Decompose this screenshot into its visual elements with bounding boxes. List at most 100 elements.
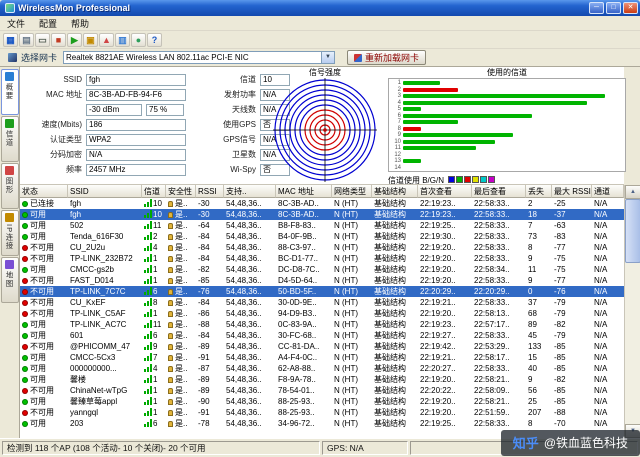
cell-ssid: 000000000...	[70, 364, 117, 373]
dropdown-arrow-icon[interactable]: ▼	[321, 52, 335, 63]
cell-last-seen: 22:58:33..	[474, 276, 510, 285]
status-dot-icon	[22, 311, 28, 317]
cell-first-seen: 22:19:23..	[420, 320, 456, 329]
column-header-0[interactable]: 状态	[20, 185, 68, 198]
column-header-11[interactable]: 丢失	[526, 185, 552, 198]
export-icon[interactable]: ▤	[19, 32, 34, 47]
column-header-3[interactable]: 安全性	[166, 185, 196, 198]
cell-channel: 2	[142, 231, 166, 242]
table-row[interactable]: 不可用 CU_2U2u 4 是.. -84 54,48,36.. 88-C3-97.. N (…	[20, 242, 624, 253]
maximize-button[interactable]: □	[606, 2, 621, 14]
table-row[interactable]: 可用 CMCC-5Cx3 7 是.. -91 54,48,36.. A4-F4-0C.. N …	[20, 352, 624, 363]
cell-ssid: 馨楼	[70, 375, 86, 384]
channel-bar	[403, 87, 459, 92]
adapter-select[interactable]: Realtek 8821AE Wireless LAN 802.11ac PCI…	[63, 51, 336, 64]
tab-icon	[5, 213, 14, 222]
column-header-10[interactable]: 最后查看	[472, 185, 526, 198]
sidebar-tab-地图[interactable]: 地图	[0, 257, 19, 303]
table-row[interactable]: 不可用 TP-LINK_C5AF 1 是.. -86 54,48,36.. 94-D9-B3…	[20, 308, 624, 319]
print-icon[interactable]: ▭	[35, 32, 50, 47]
scrollbar-thumb[interactable]	[625, 199, 640, 263]
summary-icon[interactable]: ▣	[83, 32, 98, 47]
table-row[interactable]: 已连接 fgh 10 是.. -30 54,48,36.. 8C-3B-AD.. N (HT)…	[20, 198, 624, 209]
field-value: -30 dBm	[86, 103, 142, 116]
sidebar-tab-图形[interactable]: 图形	[0, 163, 19, 209]
tab-label: 图形	[5, 177, 14, 194]
column-header-9[interactable]: 首次查看	[418, 185, 472, 198]
cell-extra: N/A	[594, 386, 608, 395]
reload-adapter-button[interactable]: 重新加载网卡	[347, 50, 427, 65]
table-row[interactable]: 不可用 TP-LINK_7C7C 6 是.. -76 54,48,36.. 50-BD-5F…	[20, 286, 624, 297]
table-row[interactable]: 可用 502 11 是.. -64 54,48,36.. B8-F8-83.. N (HT) 基…	[20, 220, 624, 231]
table-row[interactable]: 不可用 ChinaNet-wTpG 1 是.. -89 54,48,36.. 78-54-0…	[20, 385, 624, 396]
cell-type: N (HT)	[334, 353, 358, 362]
menu-item-1[interactable]: 配置	[32, 17, 64, 30]
table-row[interactable]: 不可用 TP-LINK_232B72 1 是.. -84 54,48,36.. BC-D1-…	[20, 253, 624, 264]
legend-swatch	[472, 176, 480, 183]
table-row[interactable]: 不可用 yanngql 1 是.. -91 54,48,36.. 88-25-93.. N (…	[20, 407, 624, 418]
close-button[interactable]: ✕	[623, 2, 638, 14]
column-header-1[interactable]: SSID	[68, 185, 142, 198]
cell-status: 可用	[20, 396, 68, 407]
table-row[interactable]: 可用 fgh 10 是.. -30 54,48,36.. 8C-3B-AD.. N (HT) 基…	[20, 209, 624, 220]
cell-infra: 基础结构	[374, 342, 406, 351]
table-row[interactable]: 可用 CMCC-gs2b 1 是.. -82 54,48,36.. DC-D8-7C.. N …	[20, 264, 624, 275]
graph-icon[interactable]: ▲	[99, 32, 114, 47]
table-row[interactable]: 不可用 @PHICOMM_47 9 是.. -89 54,48,36.. CC-81-DA.…	[20, 341, 624, 352]
lock-icon	[168, 278, 173, 284]
column-header-5[interactable]: 支持..	[224, 185, 276, 198]
cell-extra: N/A	[594, 199, 608, 208]
column-header-13[interactable]: 通道	[592, 185, 624, 198]
cell-lost: 25	[528, 397, 537, 406]
scroll-up-icon[interactable]: ▲	[625, 185, 640, 199]
cell-first-seen: 22:19:21..	[420, 353, 456, 362]
map-icon[interactable]: ●	[131, 32, 146, 47]
column-header-2[interactable]: 信道	[142, 185, 166, 198]
minimize-button[interactable]: ─	[589, 2, 604, 14]
start-icon[interactable]: ▶	[67, 32, 82, 47]
table-row[interactable]: 可用 馨楼 1 是.. -89 54,48,36.. F8-9A-78.. N (HT) 基础结…	[20, 374, 624, 385]
cell-max-rssi: -79	[554, 331, 566, 340]
table-row[interactable]: 可用 000000000... 4 是.. -87 54,48,36.. 62-A8-88.…	[20, 363, 624, 374]
summary-field: MAC 地址 8C-3B-AD-FB-94-F6	[24, 87, 214, 102]
sidebar-tab-信道[interactable]: 信道	[0, 116, 19, 162]
table-row[interactable]: 可用 203 6 是.. -78 54,48,36.. 34-96-72.. N (HT) 基础…	[20, 418, 624, 429]
table-row[interactable]: 不可用 CU_KxEF 8 是.. -84 54,48,36.. 30-0D-9E.. N (…	[20, 297, 624, 308]
table-row[interactable]: 可用 601 6 是.. -84 54,48,36.. 30-FC-68.. N (HT) 基础…	[20, 330, 624, 341]
column-header-6[interactable]: MAC 地址	[276, 185, 332, 198]
sidebar-tab-概要[interactable]: 概要	[0, 69, 19, 115]
signal-strength-chart: 信号强度	[266, 68, 384, 187]
sidebar-tab-IP连接[interactable]: IP连接	[0, 210, 19, 256]
channel-tick-label: 13	[394, 158, 401, 165]
channels-icon[interactable]: ▥	[115, 32, 130, 47]
stop-icon[interactable]: ■	[51, 32, 66, 47]
cell-type: N (HT)	[334, 408, 358, 417]
cell-type: N (HT)	[334, 364, 358, 373]
table-scrollbar[interactable]: ▲ ▼	[624, 185, 640, 438]
column-header-4[interactable]: RSSI	[196, 185, 224, 198]
column-header-12[interactable]: 最大 RSSI	[552, 185, 592, 198]
help-icon[interactable]: ?	[147, 32, 162, 47]
menu-item-0[interactable]: 文件	[0, 17, 32, 30]
cell-rssi: -88	[198, 320, 210, 329]
save-icon[interactable]: ▦	[3, 32, 18, 47]
status-dot-icon	[22, 377, 28, 383]
cell-last-seen: 22:58:13..	[474, 309, 510, 318]
table-row[interactable]: 可用 Tenda_616F30 2 是.. -84 54,48,36.. B4-0F-9B.…	[20, 231, 624, 242]
table-row[interactable]: 不可用 FAST_D014 1 是.. -85 54,48,36.. D4-5D-64.. N…	[20, 275, 624, 286]
field-value: WPA2	[86, 133, 186, 146]
menu-item-2[interactable]: 帮助	[64, 17, 96, 30]
tab-label: 信道	[5, 130, 14, 147]
cell-max-rssi: -82	[554, 320, 566, 329]
cell-last-seen: 22:51:59..	[474, 408, 510, 417]
table-row[interactable]: 可用 馨臻草莓appl 1 是.. -90 54,48,36.. 88-25-93.. N (…	[20, 396, 624, 407]
lock-icon	[168, 234, 173, 240]
table-row[interactable]: 可用 TP-LINK_AC7C 11 是.. -88 54,48,36.. 0C-83-9A…	[20, 319, 624, 330]
cell-max-rssi: -82	[554, 375, 566, 384]
signal-icon	[144, 331, 152, 341]
column-header-7[interactable]: 网络类型	[332, 185, 372, 198]
cell-channel: 1	[142, 374, 166, 385]
column-header-8[interactable]: 基础结构	[372, 185, 418, 198]
cell-max-rssi: -79	[554, 309, 566, 318]
cell-rates: 54,48,36..	[226, 232, 262, 241]
